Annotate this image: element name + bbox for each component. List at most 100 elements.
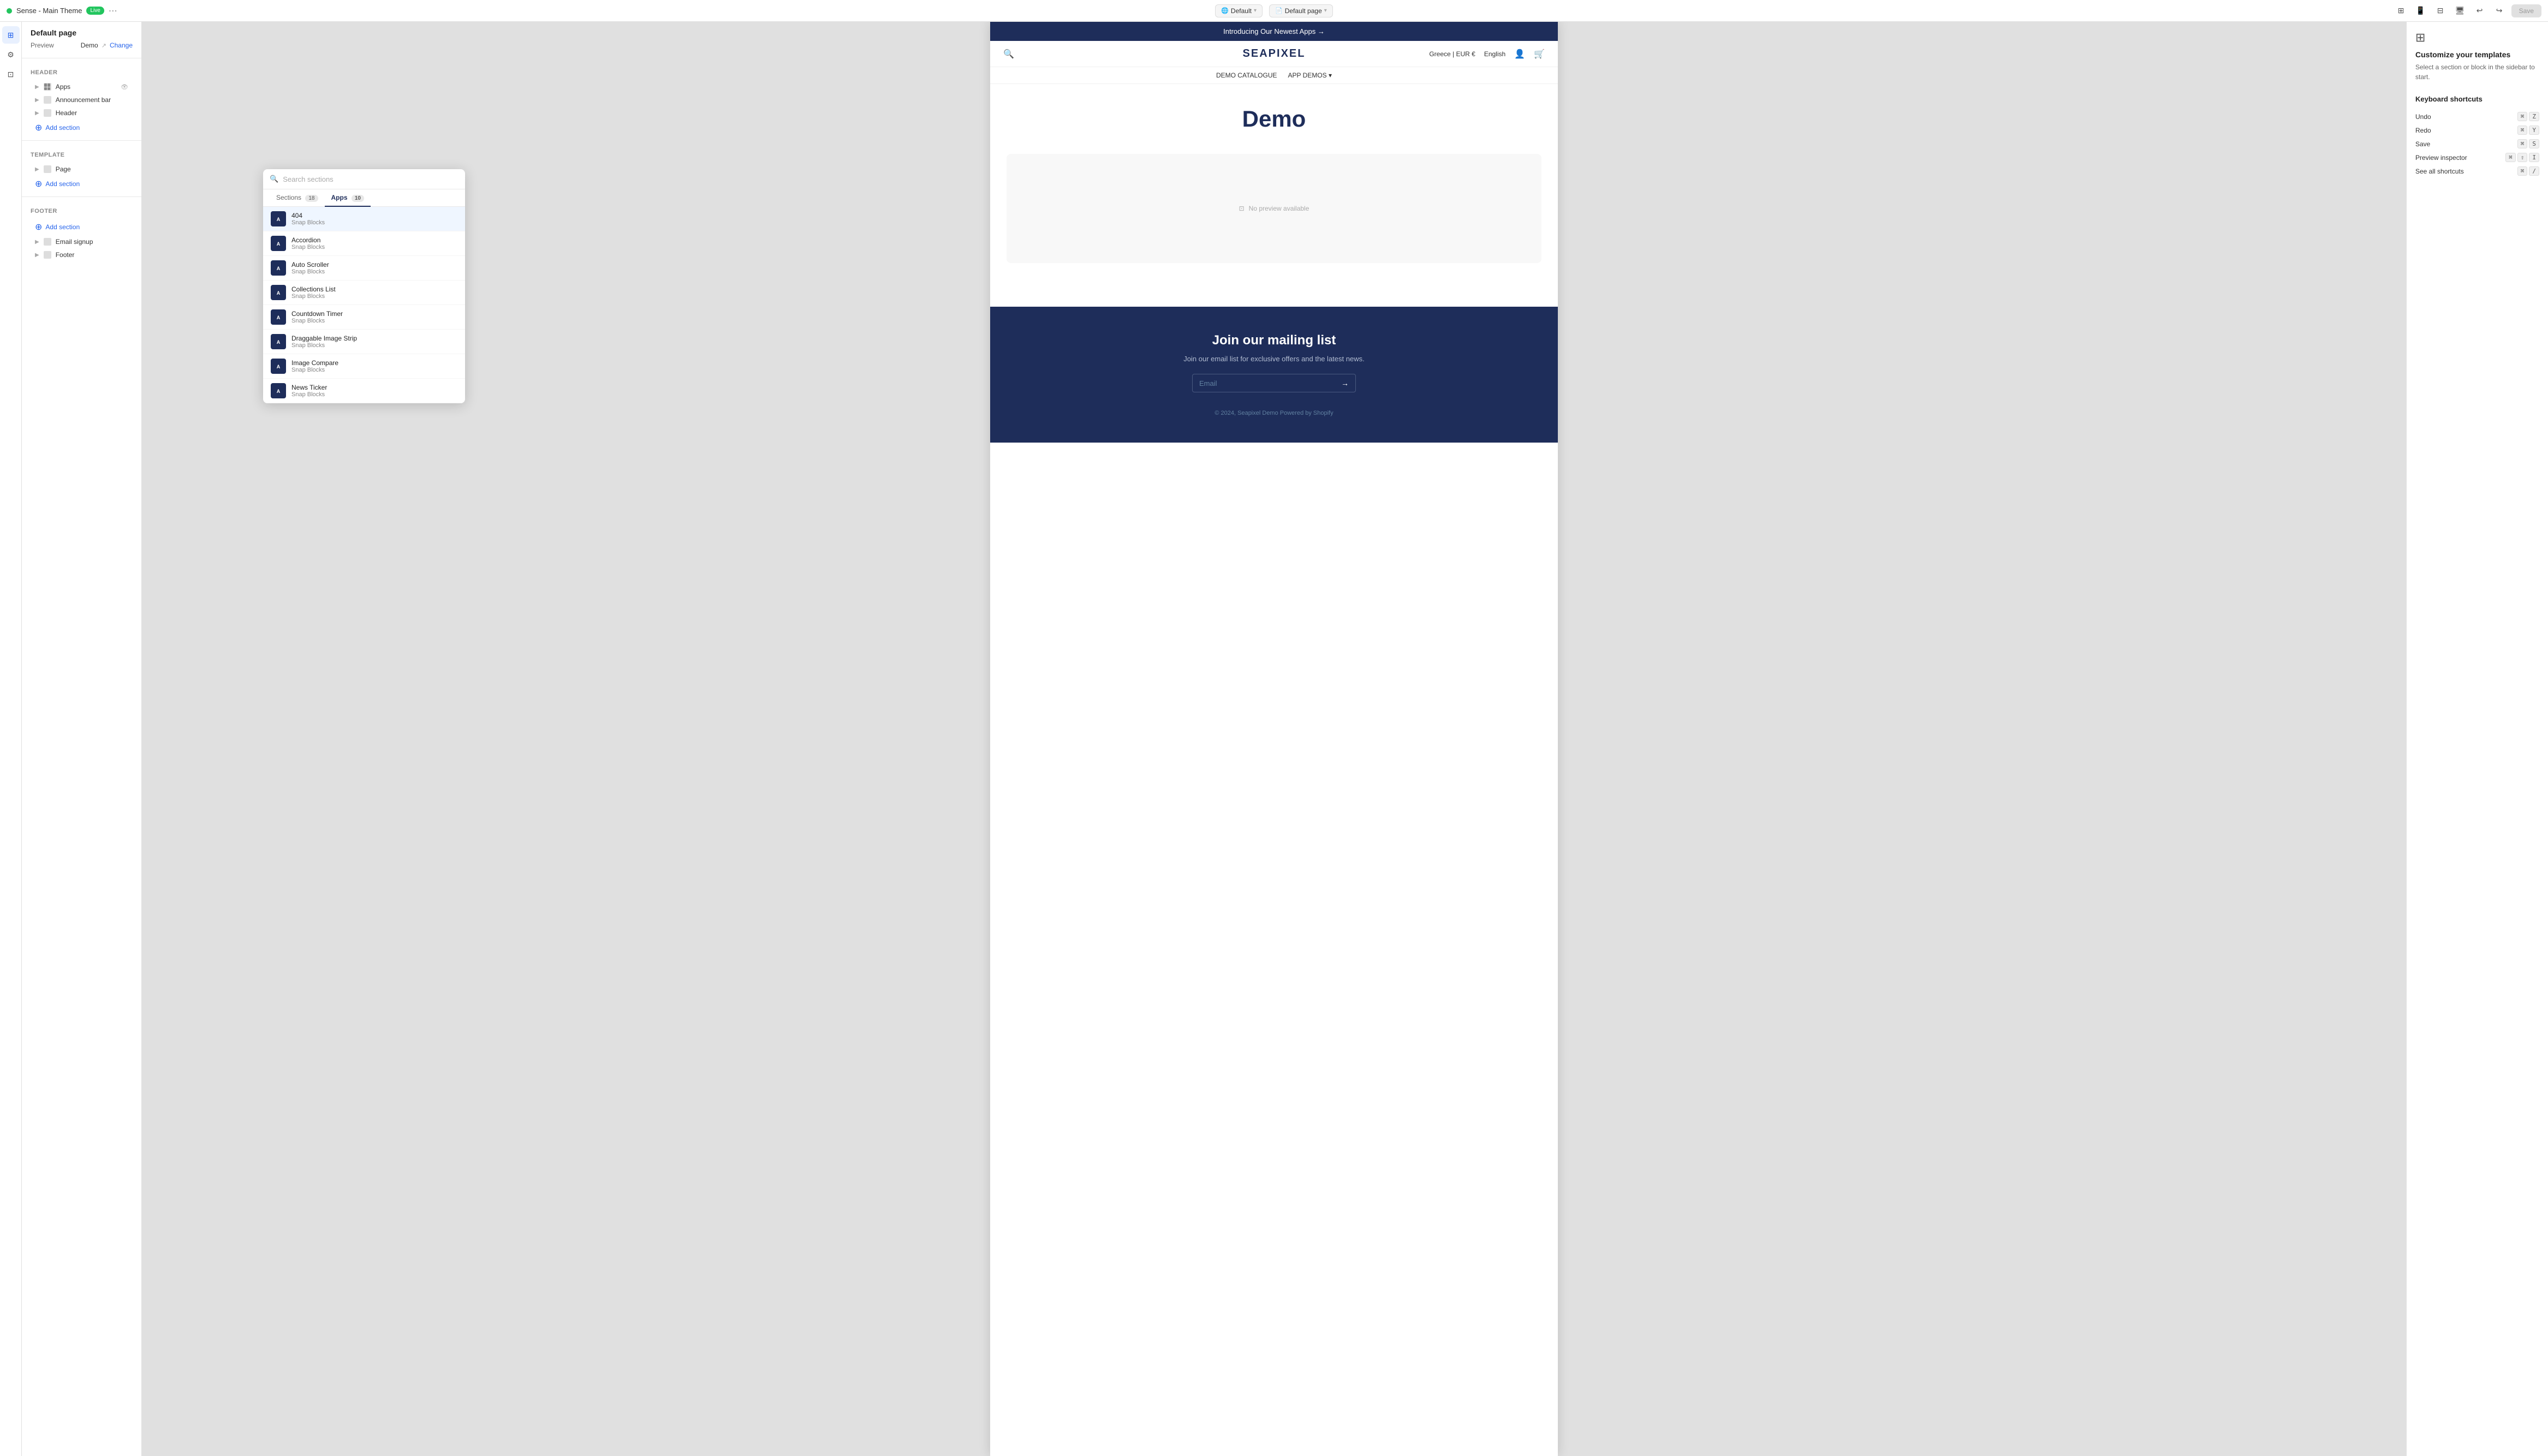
settings-icon-btn[interactable]: ⚙ bbox=[2, 46, 20, 63]
popup-item-icon-0: A bbox=[271, 211, 286, 226]
footer-submit-btn[interactable]: → bbox=[1335, 374, 1355, 392]
popup-list-item[interactable]: A Collections List Snap Blocks bbox=[263, 281, 465, 305]
shopify-icon-btn[interactable]: ⊞ bbox=[2394, 3, 2409, 19]
shortcut-label-2: Save bbox=[2415, 140, 2430, 148]
svg-text:A: A bbox=[277, 266, 281, 271]
nav-left: 🔍 bbox=[1003, 49, 1184, 59]
plus-icon-2: ⊕ bbox=[35, 178, 42, 189]
app-demos-link[interactable]: APP DEMOS ▾ bbox=[1288, 71, 1332, 79]
sections-icon-btn[interactable]: ⊞ bbox=[2, 26, 20, 44]
no-preview-text: No preview available bbox=[1249, 205, 1309, 212]
chevron-right-icon: ▶ bbox=[35, 84, 39, 90]
demo-catalogue-link[interactable]: DEMO CATALOGUE bbox=[1216, 71, 1277, 79]
shortcut-keys-2: ⌘S bbox=[2517, 139, 2539, 148]
default-dropdown[interactable]: 🌐 Default ▾ bbox=[1215, 4, 1263, 17]
apps-icon-btn[interactable]: ⊡ bbox=[2, 65, 20, 83]
topbar-right: ⊞ 📱 ⊟ 🖥 ↩ ↪ Save bbox=[1340, 3, 2541, 19]
site-main-title: Demo bbox=[990, 84, 1558, 154]
sidebar-item-page[interactable]: ▶ Page bbox=[31, 163, 133, 176]
save-button[interactable]: Save bbox=[2511, 4, 2541, 17]
footer-title: Join our mailing list bbox=[1003, 333, 1545, 348]
divider-2 bbox=[22, 140, 141, 141]
shortcut-keys-4: ⌘/ bbox=[2517, 166, 2539, 176]
preview-frame: Introducing Our Newest Apps → 🔍 SEAPIXEL… bbox=[990, 22, 1558, 1456]
site-nav-links: DEMO CATALOGUE APP DEMOS ▾ bbox=[990, 67, 1558, 84]
popup-item-icon-5: A bbox=[271, 334, 286, 349]
search-input[interactable] bbox=[283, 175, 459, 183]
shortcut-key: S bbox=[2529, 139, 2539, 148]
popup-list-item[interactable]: A Auto Scroller Snap Blocks bbox=[263, 256, 465, 281]
mobile-preview-btn[interactable]: 📱 bbox=[2413, 3, 2428, 19]
chevron-right-icon-2: ▶ bbox=[35, 97, 39, 103]
template-add-section-btn[interactable]: ⊕ Add section bbox=[31, 176, 133, 192]
svg-text:A: A bbox=[277, 290, 281, 296]
popup-item-sub-1: Snap Blocks bbox=[291, 244, 325, 250]
search-nav-icon[interactable]: 🔍 bbox=[1003, 49, 1014, 59]
plus-icon-3: ⊕ bbox=[35, 222, 42, 232]
left-icon-bar: ⊞ ⚙ ⊡ bbox=[0, 22, 22, 1456]
site-nav: 🔍 SEAPIXEL Greece | EUR € English 👤 🛒 bbox=[990, 41, 1558, 67]
main-layout: ⊞ ⚙ ⊡ Default page Preview Demo ↗ Change… bbox=[0, 22, 2548, 1456]
sidebar-item-footer[interactable]: ▶ Footer bbox=[31, 248, 133, 261]
customize-title: Customize your templates bbox=[2415, 50, 2539, 59]
apps-label: Apps bbox=[56, 83, 70, 91]
shortcut-key: ⌘ bbox=[2517, 139, 2528, 148]
more-options-icon[interactable]: ⋯ bbox=[109, 5, 117, 16]
shortcut-keys-1: ⌘Y bbox=[2517, 126, 2539, 135]
sidebar-item-apps[interactable]: ▶ Apps 👁 bbox=[31, 80, 133, 93]
keyboard-shortcuts-section: Keyboard shortcuts Undo ⌘Z Redo ⌘Y Save … bbox=[2415, 95, 2539, 178]
popup-item-title-7: News Ticker bbox=[291, 384, 327, 391]
popup-list: A 404 Snap Blocks A Accordion Snap Block… bbox=[263, 207, 465, 403]
header-add-section-btn[interactable]: ⊕ Add section bbox=[31, 120, 133, 136]
cart-icon[interactable]: 🛒 bbox=[1534, 49, 1545, 59]
default-page-dropdown[interactable]: 📄 Default page ▾ bbox=[1269, 4, 1333, 17]
topbar: Sense - Main Theme Live ⋯ 🌐 Default ▾ 📄 … bbox=[0, 0, 2548, 22]
header-label: Header bbox=[31, 69, 133, 76]
popup-list-item[interactable]: A Draggable Image Strip Snap Blocks bbox=[263, 330, 465, 354]
shortcut-key: ⌘ bbox=[2517, 126, 2528, 135]
popup-list-item[interactable]: A Image Compare Snap Blocks bbox=[263, 354, 465, 379]
nav-language: English bbox=[1484, 50, 1505, 58]
divider-3 bbox=[22, 196, 141, 197]
svg-text:A: A bbox=[277, 241, 281, 247]
footer-add-section-btn[interactable]: ⊕ Add section bbox=[31, 219, 133, 235]
sections-tab[interactable]: Sections 18 bbox=[270, 189, 325, 207]
popup-list-item[interactable]: A Accordion Snap Blocks bbox=[263, 231, 465, 256]
popup-item-title-1: Accordion bbox=[291, 236, 325, 244]
popup-item-text-5: Draggable Image Strip Snap Blocks bbox=[291, 335, 357, 349]
add-section-label-3: Add section bbox=[45, 223, 80, 231]
sidebar-item-announcement[interactable]: ▶ Announcement bar bbox=[31, 93, 133, 106]
shortcut-key: Z bbox=[2529, 112, 2539, 121]
redo-btn[interactable]: ↪ bbox=[2492, 3, 2507, 19]
tablet-preview-btn[interactable]: ⊟ bbox=[2433, 3, 2448, 19]
svg-text:A: A bbox=[277, 217, 281, 222]
undo-btn[interactable]: ↩ bbox=[2472, 3, 2487, 19]
sidebar-item-header[interactable]: ▶ Header bbox=[31, 106, 133, 120]
account-icon[interactable]: 👤 bbox=[1514, 49, 1525, 59]
visibility-icon: 👁 bbox=[121, 83, 128, 91]
popup-item-title-3: Collections List bbox=[291, 285, 336, 293]
apps-tab[interactable]: Apps 10 bbox=[325, 189, 371, 207]
sidebar-item-email-signup[interactable]: ▶ Email signup bbox=[31, 235, 133, 248]
shortcut-row-4: See all shortcuts ⌘/ bbox=[2415, 164, 2539, 178]
announcement-icon bbox=[44, 96, 51, 104]
theme-name: Sense - Main Theme bbox=[16, 7, 82, 15]
add-section-popup: 🔍 Sections 18 Apps 10 A 404 bbox=[263, 169, 465, 403]
change-button[interactable]: Change bbox=[110, 41, 133, 49]
popup-list-item[interactable]: A News Ticker Snap Blocks bbox=[263, 379, 465, 403]
preview-area: Introducing Our Newest Apps → 🔍 SEAPIXEL… bbox=[142, 22, 2406, 1456]
template-label: Template bbox=[31, 152, 133, 158]
footer-email-input[interactable] bbox=[1193, 374, 1335, 392]
popup-list-item[interactable]: A 404 Snap Blocks bbox=[263, 207, 465, 231]
popup-item-icon-4: A bbox=[271, 309, 286, 325]
page-icon bbox=[44, 165, 51, 173]
shortcut-keys-3: ⌘⇧I bbox=[2505, 153, 2539, 162]
preview-value: Demo bbox=[81, 41, 98, 49]
add-section-label-2: Add section bbox=[45, 180, 80, 188]
desktop-preview-btn[interactable]: 🖥 bbox=[2452, 3, 2468, 19]
popup-item-icon-2: A bbox=[271, 260, 286, 276]
footer-section: Footer ⊕ Add section ▶ Email signup ▶ Fo… bbox=[22, 201, 141, 261]
shortcuts-title: Keyboard shortcuts bbox=[2415, 95, 2539, 103]
popup-list-item[interactable]: A Countdown Timer Snap Blocks bbox=[263, 305, 465, 330]
svg-text:A: A bbox=[277, 315, 281, 320]
